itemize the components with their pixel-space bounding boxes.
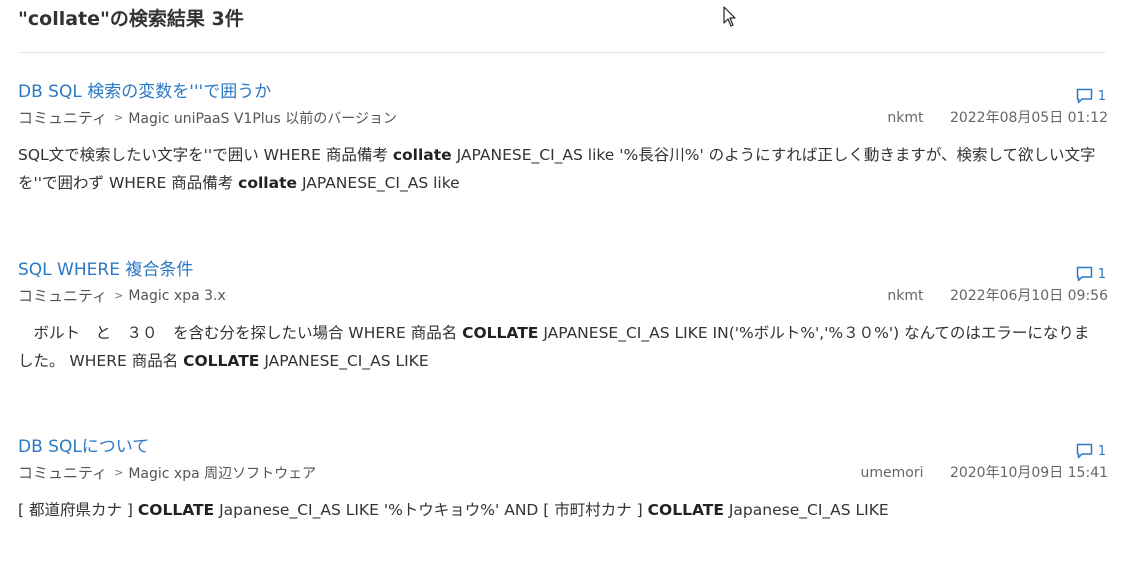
result-meta: コミュニティ > Magic xpa 周辺ソフトウェア umemori 2020… — [18, 462, 1108, 482]
post-date: 2022年06月10日 09:56 — [949, 288, 1108, 304]
breadcrumb: コミュニティ > Magic xpa 3.x — [18, 285, 226, 306]
breadcrumb-separator: > — [114, 111, 124, 124]
author-name[interactable]: umemori — [861, 465, 924, 481]
breadcrumb-category-link[interactable]: Magic xpa 周辺ソフトウェア — [128, 463, 316, 483]
search-header: "collate"の検索結果 3件 — [18, 6, 1106, 53]
breadcrumb-separator: > — [114, 466, 124, 479]
breadcrumb-root-link[interactable]: コミュニティ — [18, 285, 107, 306]
search-result-item: DB SQLについて 1 コミュニティ > Magic xpa 周辺ソフトウェア… — [18, 435, 1108, 524]
result-meta: コミュニティ > Magic uniPaaS V1Plus 以前のバージョン n… — [18, 107, 1108, 127]
snippet-keyword-highlight: collate — [392, 146, 452, 164]
snippet-text: Japanese_CI_AS LIKE — [723, 501, 889, 519]
result-author-date: umemori 2020年10月09日 15:41 — [861, 462, 1109, 482]
result-snippet: [ 都道府県カナ ] COLLATE Japanese_CI_AS LIKE '… — [18, 496, 1103, 524]
mouse-pointer-icon — [723, 6, 736, 27]
result-title-link[interactable]: SQL WHERE 複合条件 — [18, 258, 1108, 282]
speech-bubble-icon — [1076, 266, 1092, 282]
snippet-keyword-highlight: COLLATE — [137, 501, 215, 519]
result-snippet: ボルト と ３０ を含む分を探したい場合 WHERE 商品名 COLLATE J… — [18, 319, 1103, 375]
snippet-text: ボルト と ３０ を含む分を探したい場合 WHERE 商品名 — [18, 324, 463, 342]
snippet-text: [ 都道府県カナ ] — [18, 501, 138, 519]
snippet-keyword-highlight: collate — [238, 174, 298, 192]
author-name[interactable]: nkmt — [887, 110, 923, 126]
result-author-date: nkmt 2022年06月10日 09:56 — [887, 285, 1108, 305]
search-result-item: DB SQL 検索の変数を'''で囲うか 1 コミュニティ > Magic un… — [18, 80, 1108, 197]
snippet-text: JAPANESE_CI_AS like — [297, 174, 460, 192]
comment-count-button[interactable]: 1 — [1076, 266, 1106, 282]
result-title-link[interactable]: DB SQL 検索の変数を'''で囲うか — [18, 80, 1108, 104]
post-date: 2020年10月09日 15:41 — [949, 465, 1108, 481]
result-author-date: nkmt 2022年08月05日 01:12 — [887, 107, 1108, 127]
snippet-keyword-highlight: COLLATE — [647, 501, 724, 519]
search-results-page: "collate"の検索結果 3件 DB SQL 検索の変数を'''で囲うか 1… — [0, 0, 1125, 569]
search-result-item: SQL WHERE 複合条件 1 コミュニティ > Magic xpa 3.x … — [18, 258, 1108, 375]
comment-count-value: 1 — [1097, 443, 1106, 459]
snippet-text: Japanese_CI_AS LIKE '%トウキョウ%' AND [ 市町村カ… — [214, 501, 648, 519]
search-results-heading: "collate"の検索結果 3件 — [18, 8, 244, 30]
comment-count-value: 1 — [1097, 266, 1106, 282]
snippet-text: JAPANESE_CI_AS LIKE — [259, 352, 429, 370]
breadcrumb: コミュニティ > Magic uniPaaS V1Plus 以前のバージョン — [18, 107, 397, 128]
result-meta: コミュニティ > Magic xpa 3.x nkmt 2022年06月10日 … — [18, 285, 1108, 305]
post-date: 2022年08月05日 01:12 — [949, 110, 1108, 126]
author-name[interactable]: nkmt — [887, 288, 923, 304]
comment-count-button[interactable]: 1 — [1076, 443, 1106, 459]
breadcrumb-category-link[interactable]: Magic xpa 3.x — [128, 288, 225, 304]
snippet-keyword-highlight: COLLATE — [183, 352, 260, 370]
breadcrumb-root-link[interactable]: コミュニティ — [18, 107, 107, 128]
breadcrumb-root-link[interactable]: コミュニティ — [18, 462, 107, 483]
snippet-keyword-highlight: COLLATE — [462, 324, 539, 342]
snippet-text: SQL文で検索したい文字を''で囲い WHERE 商品備考 — [18, 146, 393, 164]
speech-bubble-icon — [1076, 443, 1092, 459]
breadcrumb: コミュニティ > Magic xpa 周辺ソフトウェア — [18, 462, 316, 483]
comment-count-button[interactable]: 1 — [1076, 88, 1106, 104]
result-snippet: SQL文で検索したい文字を''で囲い WHERE 商品備考 collate JA… — [18, 141, 1103, 197]
breadcrumb-separator: > — [114, 289, 124, 302]
result-title-link[interactable]: DB SQLについて — [18, 435, 1108, 459]
breadcrumb-category-link[interactable]: Magic uniPaaS V1Plus 以前のバージョン — [128, 108, 397, 128]
comment-count-value: 1 — [1097, 88, 1106, 104]
speech-bubble-icon — [1076, 88, 1092, 104]
